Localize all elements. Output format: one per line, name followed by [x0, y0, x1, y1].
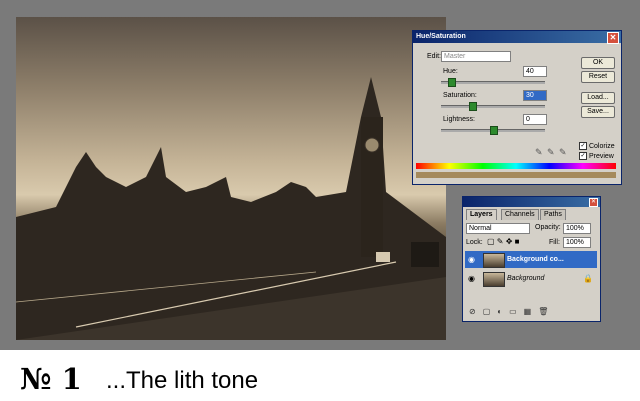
hue-field[interactable]: 40 — [523, 66, 547, 77]
reset-button[interactable]: Reset — [581, 71, 615, 83]
lightness-slider-thumb[interactable] — [490, 126, 498, 135]
ok-button[interactable]: OK — [581, 57, 615, 69]
layer-row-background[interactable]: ◉ Background 🔒 — [465, 270, 597, 287]
hue-label: Hue: — [443, 68, 458, 75]
eyedropper-plus-icon[interactable]: ✎ — [547, 147, 555, 158]
layers-panel: ✕ Layers Channels Paths Normal Opacity: … — [462, 196, 601, 322]
westminster-photo — [16, 17, 446, 340]
caption-number: № 1 — [20, 362, 82, 396]
saturation-label: Saturation: — [443, 92, 477, 99]
saturation-slider[interactable] — [441, 105, 545, 108]
eye-icon[interactable]: ◉ — [468, 274, 475, 283]
preview-label: Preview — [588, 152, 614, 160]
eye-icon[interactable]: ◉ — [468, 255, 475, 264]
eyedropper-icon[interactable]: ✎ — [535, 147, 543, 158]
colorize-label: Colorize — [588, 142, 615, 150]
lock-icon: 🔒 — [583, 274, 593, 283]
saturation-field[interactable]: 30 — [523, 90, 547, 101]
hue-slider-thumb[interactable] — [448, 78, 456, 87]
colorize-checkbox[interactable]: ✓ Colorize — [579, 142, 615, 150]
layer-thumbnail — [483, 272, 505, 287]
edit-label: Edit: — [427, 53, 442, 60]
caption-text: ...The lith tone — [106, 367, 259, 394]
fill-label: Fill: — [549, 239, 560, 246]
lightness-label: Lightness: — [443, 116, 475, 123]
layer-name: Background co... — [507, 256, 564, 263]
photo-illustration — [16, 77, 446, 340]
lightness-field[interactable]: 0 — [523, 114, 547, 125]
colorize-check-icon[interactable]: ✓ — [579, 142, 587, 150]
dialog-titlebar: Hue/Saturation ✕ — [413, 31, 621, 44]
panel-titlebar: ✕ — [463, 197, 600, 207]
lock-icons[interactable]: ▢ ✎ ✥ ■ — [487, 237, 519, 246]
preview-check-icon[interactable]: ✓ — [579, 152, 587, 160]
hue-slider[interactable] — [441, 81, 545, 84]
lock-label: Lock: — [466, 239, 483, 246]
eyedropper-minus-icon[interactable]: ✎ — [559, 147, 567, 158]
opacity-label: Opacity: — [535, 224, 561, 231]
opacity-field[interactable]: 100% — [563, 223, 591, 234]
tab-layers[interactable]: Layers — [466, 209, 497, 220]
close-icon[interactable]: ✕ — [607, 32, 619, 44]
load-button[interactable]: Load... — [581, 92, 615, 104]
edit-select[interactable]: Master — [441, 51, 511, 62]
layer-name: Background — [507, 275, 545, 282]
layer-thumbnail — [483, 253, 505, 268]
save-button[interactable]: Save... — [581, 106, 615, 118]
hue-spectrum-bar — [416, 163, 616, 169]
hue-saturation-dialog: Hue/Saturation ✕ Edit: Master Hue: 40 Sa… — [412, 30, 622, 185]
panel-footer-icons[interactable]: ⊘▢◐▭▦🗑 — [469, 307, 555, 316]
tab-channels[interactable]: Channels — [501, 209, 539, 220]
layer-row-background-copy[interactable]: ◉ Background co... — [465, 251, 597, 268]
preview-checkbox[interactable]: ✓ Preview — [579, 152, 614, 160]
result-color-bar — [416, 172, 616, 178]
tab-paths[interactable]: Paths — [540, 209, 566, 220]
close-icon[interactable]: ✕ — [589, 198, 598, 207]
blend-mode-select[interactable]: Normal — [466, 223, 530, 234]
saturation-slider-thumb[interactable] — [469, 102, 477, 111]
fill-field[interactable]: 100% — [563, 237, 591, 248]
dialog-title: Hue/Saturation — [416, 33, 466, 40]
